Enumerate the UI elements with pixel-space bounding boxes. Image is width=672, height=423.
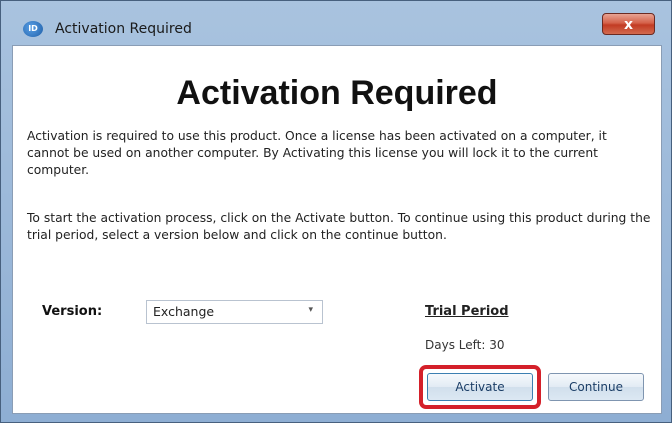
window-title: Activation Required (55, 21, 192, 37)
title-bar[interactable]: ID Activation Required x (1, 1, 671, 45)
version-select[interactable]: Exchange ▾ (146, 300, 323, 324)
version-selected-value: Exchange (153, 304, 215, 319)
activation-info-text: Activation is required to use this produ… (27, 129, 607, 177)
page-title: Activation Required (176, 74, 498, 112)
close-button[interactable]: x (602, 13, 655, 35)
trial-period-title: Trial Period (425, 304, 509, 319)
activation-dialog: ID Activation Required x Activation Requ… (0, 0, 672, 423)
app-logo-icon: ID (23, 21, 43, 37)
instructions-text: To start the activation process, click o… (27, 211, 651, 242)
chevron-down-icon: ▾ (308, 305, 313, 315)
version-label: Version: (42, 304, 103, 319)
days-left-row: Days Left: 30 (425, 338, 505, 352)
days-left-value: 30 (489, 338, 505, 352)
continue-button[interactable]: Continue (548, 373, 644, 401)
close-icon: x (623, 17, 634, 33)
dialog-body: Activation Required Activation is requir… (12, 45, 662, 414)
days-left-label: Days Left: (425, 338, 486, 352)
activate-highlight-box (419, 365, 541, 409)
